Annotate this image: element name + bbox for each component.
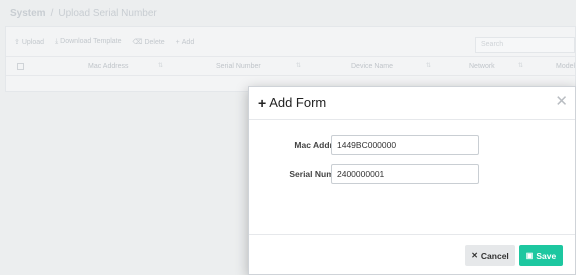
column-header-device-name[interactable]: Device Name <box>351 63 393 70</box>
dialog-footer: ✕ Cancel ▣ Save <box>249 234 575 275</box>
close-icon[interactable]: ✕ <box>555 94 568 109</box>
sort-icon[interactable]: ⇅ <box>426 62 431 69</box>
save-button[interactable]: ▣ Save <box>519 245 563 266</box>
plus-icon: + <box>258 94 267 111</box>
breadcrumb-root[interactable]: System <box>10 8 46 19</box>
dialog-title: + Add Form <box>258 95 326 110</box>
upload-icon: ⇪ <box>14 39 20 46</box>
select-all-checkbox[interactable] <box>17 63 24 70</box>
add-form-dialog: + Add Form ✕ Mac Address Serial Number ✕… <box>248 86 576 275</box>
breadcrumb: System / Upload Serial Number <box>0 0 576 26</box>
add-button[interactable]: + Add <box>176 39 195 46</box>
sort-icon[interactable]: ⇅ <box>296 62 301 69</box>
toolbar: ⇪ Upload ⤓ Download Template ⌫ Delete + Add … <box>14 34 575 53</box>
table-panel: ⇪ Upload ⤓ Download Template ⌫ Delete + Add … <box>5 26 576 92</box>
table-header: Mac Address ⇅ Serial Number ⇅ Device Nam… <box>6 56 575 76</box>
upload-button[interactable]: ⇪ Upload <box>14 38 44 46</box>
trash-icon: ⌫ <box>132 39 143 46</box>
close-icon: ✕ <box>471 251 478 260</box>
search-input[interactable]: Search <box>475 37 575 53</box>
sort-icon[interactable]: ⇅ <box>518 62 523 69</box>
download-icon: ⤓ <box>55 38 59 45</box>
cancel-button[interactable]: ✕ Cancel <box>465 245 515 266</box>
column-header-serial-number[interactable]: Serial Number <box>216 63 261 70</box>
save-icon: ▣ <box>525 251 534 260</box>
column-header-mac-address[interactable]: Mac Address <box>88 63 128 70</box>
download-template-button[interactable]: ⤓ Download Template <box>55 38 121 46</box>
sort-icon[interactable]: ⇅ <box>158 62 163 69</box>
delete-button[interactable]: ⌫ Delete <box>133 38 165 46</box>
plus-icon: + <box>175 38 180 46</box>
dialog-header: + Add Form ✕ <box>249 87 575 120</box>
dialog-title-text: Add Form <box>269 95 327 110</box>
column-header-model[interactable]: Model <box>556 63 575 70</box>
serial-number-field[interactable] <box>331 164 479 184</box>
breadcrumb-separator: / <box>50 7 54 19</box>
column-header-network[interactable]: Network <box>469 63 495 70</box>
mac-address-field[interactable] <box>331 135 479 155</box>
breadcrumb-current: Upload Serial Number <box>58 7 157 19</box>
